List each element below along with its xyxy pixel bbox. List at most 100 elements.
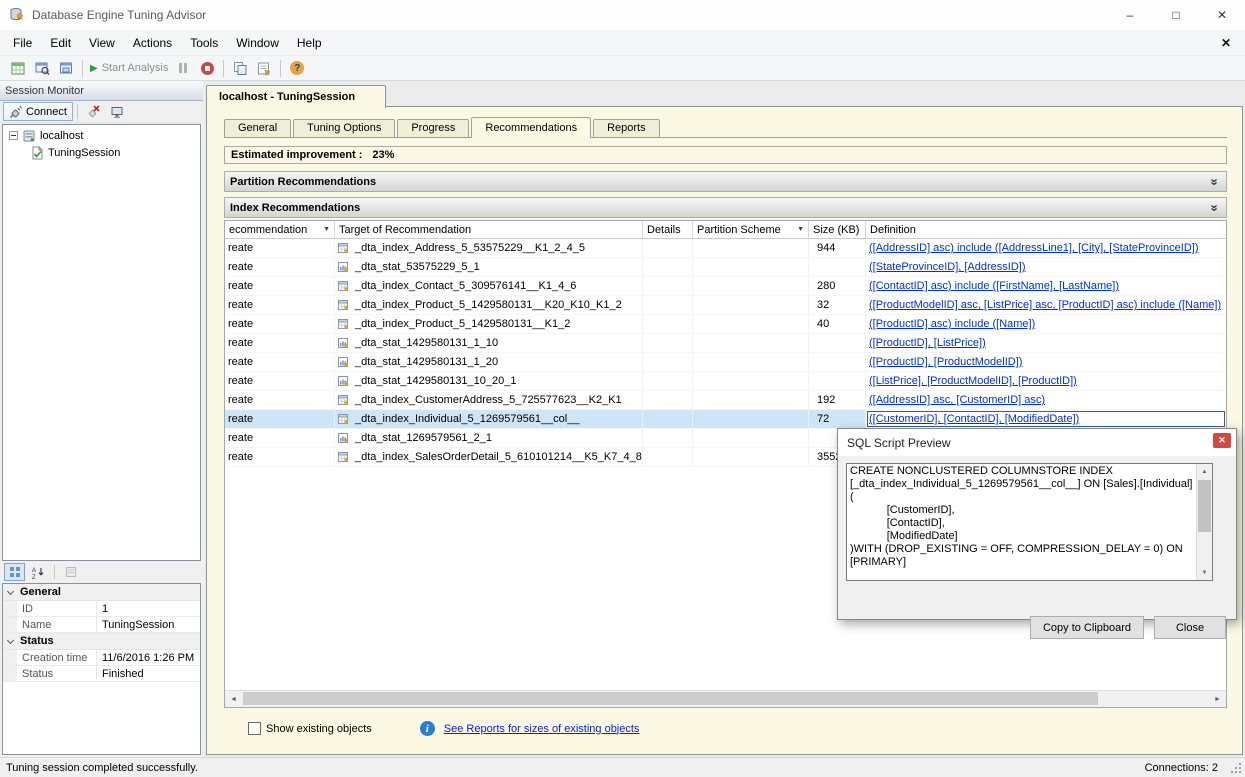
sql-script-box[interactable]: CREATE NONCLUSTERED COLUMNSTORE INDEX [_… (846, 463, 1213, 581)
column-header-target[interactable]: Target of Recommendation (335, 221, 643, 239)
tab-recommendations[interactable]: Recommendations (471, 117, 591, 138)
tab-general[interactable]: General (224, 119, 291, 137)
index-icon: * (338, 413, 351, 426)
help-button[interactable]: ? (285, 57, 309, 79)
save-session-button[interactable] (54, 57, 78, 79)
mdi-close-button[interactable]: ✕ (1221, 36, 1231, 50)
tab-tuning-options[interactable]: Tuning Options (293, 119, 395, 137)
copy-to-clipboard-button[interactable]: Copy to Clipboard (1030, 616, 1144, 639)
import-options-button[interactable] (252, 57, 276, 79)
start-analysis-button[interactable]: ▶ Start Analysis (87, 57, 171, 79)
cell-details (643, 334, 693, 352)
dialog-close-icon[interactable]: ✕ (1213, 433, 1231, 448)
copy-results-button[interactable] (228, 57, 252, 79)
scrollbar-track[interactable] (242, 691, 1209, 707)
table-row[interactable]: reate*_dta_index_Product_5_1429580131__K… (225, 315, 1226, 334)
table-row[interactable]: reate*_dta_index_Individual_5_1269579561… (225, 410, 1226, 429)
stop-analysis-button[interactable] (195, 57, 219, 79)
scroll-right-button[interactable]: ► (1209, 691, 1226, 707)
alphabetical-sort-button[interactable]: AZ (28, 563, 49, 581)
definition-link[interactable]: ([ListPrice], [ProductModelID], [Product… (869, 375, 1077, 387)
statistics-icon: * (338, 375, 351, 388)
collapse-expander-icon[interactable] (9, 131, 18, 140)
dialog-close-button[interactable]: Close (1154, 616, 1226, 639)
menu-view[interactable]: View (80, 30, 124, 55)
scrollbar-thumb[interactable] (243, 692, 1098, 705)
double-chevron-icon[interactable]: » (1207, 204, 1222, 210)
filter-dropdown-icon[interactable]: ▼ (797, 226, 806, 233)
tab-progress[interactable]: Progress (397, 119, 469, 137)
definition-link[interactable]: ([ProductID], [ListPrice]) (869, 337, 986, 349)
minimize-button[interactable]: – (1107, 0, 1153, 30)
column-header-size[interactable]: Size (KB) (809, 221, 866, 239)
menu-window[interactable]: Window (227, 30, 288, 55)
table-row[interactable]: reate*_dta_index_Address_5_53575229__K1_… (225, 239, 1226, 258)
scroll-down-icon[interactable]: ▼ (1197, 565, 1212, 580)
definition-link[interactable]: ([ContactID] asc) include ([FirstName], … (869, 280, 1119, 292)
menu-tools[interactable]: Tools (181, 30, 227, 55)
resize-grip[interactable] (1230, 762, 1243, 775)
table-row[interactable]: reate*_dta_index_CustomerAddress_5_72557… (225, 391, 1226, 410)
scroll-left-button[interactable]: ◄ (225, 691, 242, 707)
menu-edit[interactable]: Edit (41, 30, 80, 55)
index-recommendations-header[interactable]: Index Recommendations » (224, 197, 1227, 218)
toolbar-divider (54, 565, 55, 579)
document-tab[interactable]: localhost - TuningSession (206, 85, 386, 108)
property-category-general[interactable]: General (3, 584, 200, 601)
definition-link[interactable]: ([CustomerID], [ContactID], [ModifiedDat… (869, 413, 1079, 425)
definition-link[interactable]: ([AddressID] asc) include ([AddressLine1… (869, 242, 1199, 254)
table-row[interactable]: reate*_dta_stat_1429580131_10_20_1([List… (225, 372, 1226, 391)
menu-actions[interactable]: Actions (124, 30, 181, 55)
tab-reports[interactable]: Reports (593, 119, 660, 137)
close-button[interactable]: ✕ (1199, 0, 1245, 30)
table-row[interactable]: reate*_dta_index_Contact_5_309576141__K1… (225, 277, 1226, 296)
double-chevron-icon[interactable]: » (1207, 178, 1222, 184)
existing-objects-report-link[interactable]: See Reports for sizes of existing object… (444, 723, 640, 735)
menu-file[interactable]: File (4, 30, 41, 55)
column-header-recommendation[interactable]: ecommendation ▼ (225, 221, 335, 239)
statistics-icon: * (338, 337, 351, 350)
column-header-definition[interactable]: Definition (866, 221, 1226, 239)
property-row-id[interactable]: ID 1 (3, 601, 200, 617)
tree-item-localhost[interactable]: localhost (3, 127, 200, 144)
disconnect-button[interactable] (82, 102, 104, 121)
svg-text:Z: Z (32, 575, 36, 579)
maximize-button[interactable]: □ (1153, 0, 1199, 30)
table-row[interactable]: reate*_dta_stat_53575229_5_1([StateProvi… (225, 258, 1226, 277)
column-header-partition-scheme[interactable]: Partition Scheme ▼ (693, 221, 809, 239)
definition-link[interactable]: ([AddressID] asc, [CustomerID] asc) (869, 394, 1045, 406)
cell-recommendation-action: reate (225, 353, 335, 371)
property-pages-button[interactable] (60, 563, 81, 581)
filter-dropdown-icon[interactable]: ▼ (323, 226, 332, 233)
menu-help[interactable]: Help (288, 30, 331, 55)
definition-link[interactable]: ([ProductID], [ProductModelID]) (869, 356, 1022, 368)
definition-link[interactable]: ([StateProvinceID], [AddressID]) (869, 261, 1026, 273)
definition-link[interactable]: ([ProductID] asc) include ([Name]) (869, 318, 1035, 330)
definition-link[interactable]: ([ProductModelID] asc, [ListPrice] asc, … (869, 299, 1221, 311)
open-session-button[interactable] (30, 57, 54, 79)
column-header-details[interactable]: Details (643, 221, 693, 239)
session-properties-button[interactable] (106, 102, 128, 121)
property-row-name[interactable]: Name TuningSession (3, 617, 200, 633)
categorized-view-button[interactable] (4, 563, 25, 581)
show-existing-objects-checkbox[interactable] (248, 722, 261, 735)
table-row[interactable]: reate*_dta_stat_1429580131_1_10([Product… (225, 334, 1226, 353)
scrollbar-thumb[interactable] (1198, 480, 1211, 532)
cell-target: *_dta_index_Product_5_1429580131__K1_2 (335, 315, 643, 333)
table-row[interactable]: reate*_dta_stat_1429580131_1_20([Product… (225, 353, 1226, 372)
pause-analysis-button[interactable] (171, 57, 195, 79)
property-row-status[interactable]: Status Finished (3, 666, 200, 682)
table-row[interactable]: reate*_dta_index_Product_5_1429580131__K… (225, 296, 1226, 315)
cell-details (643, 239, 693, 257)
partition-recommendations-header[interactable]: Partition Recommendations » (224, 171, 1227, 192)
property-category-status[interactable]: Status (3, 633, 200, 650)
new-session-button[interactable] (6, 57, 30, 79)
horizontal-scrollbar[interactable]: ◄ ► (225, 690, 1226, 707)
scroll-up-icon[interactable]: ▲ (1197, 464, 1212, 479)
tree-item-tuningsession[interactable]: TuningSession (3, 144, 200, 161)
cell-partition-scheme (693, 429, 809, 447)
property-row-creation-time[interactable]: Creation time 11/6/2016 1:26 PM (3, 650, 200, 666)
dialog-vertical-scrollbar[interactable]: ▲ ▼ (1196, 464, 1212, 580)
column-label: Definition (870, 224, 916, 236)
connect-button[interactable]: Connect (3, 102, 73, 121)
